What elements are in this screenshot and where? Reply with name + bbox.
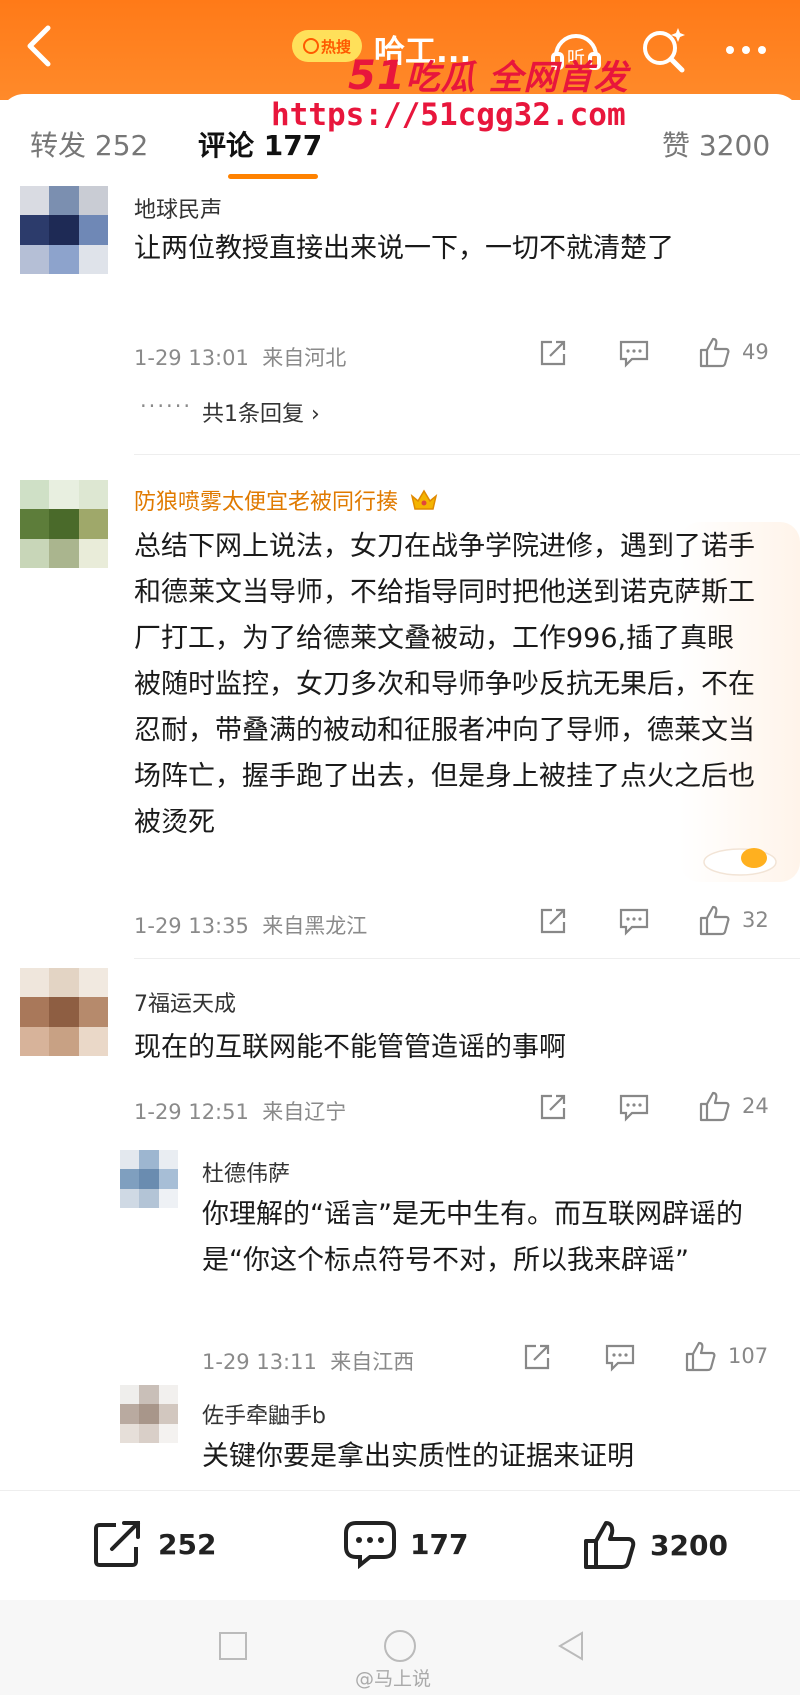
repost-button[interactable]: 252 — [92, 1519, 216, 1569]
tab-repost[interactable]: 转发 252 — [30, 124, 148, 164]
comment-meta: 1-29 12:51 来自辽宁 — [134, 1100, 347, 1124]
watermark-url: https://51cgg32.com — [271, 97, 626, 133]
reply-text: 你理解的“谣言”是无中生有。而互联网辟谣的是“你这个标点符号不对，所以我来辟谣” — [202, 1199, 743, 1276]
comment-text: 让两位教授直接出来说一下，一切不就清楚了 — [134, 233, 674, 264]
bottom-action-bar: 252 177 3200 — [0, 1490, 800, 1600]
home-button[interactable] — [384, 1630, 416, 1662]
share-button[interactable] — [538, 906, 568, 936]
comment-username[interactable]: 防狼喷雾太便宜老被同行揍 — [134, 484, 439, 518]
comment-username[interactable]: 7福运天成 — [134, 986, 236, 1018]
more-replies-link[interactable]: 共1条回复 › — [202, 396, 320, 428]
comment-button[interactable] — [604, 1342, 636, 1372]
avatar[interactable] — [20, 186, 108, 274]
ai-search-icon[interactable] — [636, 22, 692, 78]
divider — [134, 454, 800, 455]
comment-icon — [619, 908, 649, 936]
avatar[interactable] — [20, 968, 108, 1056]
more-icon[interactable] — [718, 22, 774, 78]
chevron-left-icon[interactable] — [22, 18, 62, 74]
recent-apps-button[interactable] — [219, 1632, 247, 1660]
comment-button[interactable] — [618, 906, 650, 936]
crown-icon — [409, 488, 439, 518]
like-button[interactable]: 49 — [698, 336, 769, 368]
comment-meta: 1-29 13:01 来自河北 — [134, 346, 347, 370]
source-credit: @马上说 — [355, 1668, 432, 1690]
comment-username[interactable]: 地球民声 — [134, 192, 222, 224]
thumbs-up-icon — [584, 1521, 636, 1569]
dots-divider: ······ — [140, 394, 193, 418]
share-button[interactable] — [522, 1342, 552, 1372]
share-button[interactable] — [538, 338, 568, 368]
comment-text: 现在的互联网能不能管管造谣的事啊 — [134, 1032, 566, 1063]
tab-active-indicator — [228, 174, 318, 179]
back-button[interactable] — [556, 1630, 586, 1662]
share-button[interactable] — [538, 1092, 568, 1122]
like-button[interactable]: 32 — [698, 904, 769, 936]
thumbs-up-icon — [699, 337, 730, 368]
search-icon — [302, 38, 319, 54]
thumbs-up-icon — [685, 1341, 716, 1372]
comment-icon — [344, 1521, 396, 1569]
comment-meta: 1-29 13:35 来自黑龙江 — [134, 914, 368, 938]
comment-icon — [605, 1344, 635, 1372]
share-icon — [94, 1521, 140, 1567]
thumbs-up-icon — [699, 905, 730, 936]
comment-button[interactable] — [618, 1092, 650, 1122]
like-button[interactable]: 107 — [684, 1340, 768, 1372]
thumbs-up-icon — [699, 1091, 730, 1122]
reply-meta: 1-29 13:11 来自江西 — [202, 1350, 415, 1374]
comment-text: 总结下网上说法，女刀在战争学院进修，遇到了诺手和德莱文当导师，不给指导同时把他送… — [134, 531, 755, 838]
avatar[interactable] — [120, 1385, 178, 1443]
avatar[interactable] — [20, 480, 108, 568]
divider — [134, 958, 800, 959]
share-icon — [540, 1094, 566, 1120]
comment-icon — [619, 340, 649, 368]
like-button[interactable]: 24 — [698, 1090, 769, 1122]
share-icon — [540, 908, 566, 934]
comment-button[interactable] — [618, 338, 650, 368]
reply-username[interactable]: 佐手牵鼬手b — [202, 1398, 326, 1430]
share-icon — [540, 340, 566, 366]
reply-username[interactable]: 杜德伟萨 — [202, 1156, 290, 1188]
comment-count-button[interactable]: 177 — [342, 1519, 468, 1569]
like-count-button[interactable]: 3200 — [582, 1519, 728, 1571]
tab-likes[interactable]: 赞 3200 — [662, 124, 770, 164]
reply-text: 关键你要是拿出实质性的证据来证明 — [202, 1441, 634, 1472]
share-icon — [524, 1344, 550, 1370]
watermark-brand: 51吃瓜 全网首发 — [348, 53, 629, 99]
avatar[interactable] — [120, 1150, 178, 1208]
comment-icon — [619, 1094, 649, 1122]
